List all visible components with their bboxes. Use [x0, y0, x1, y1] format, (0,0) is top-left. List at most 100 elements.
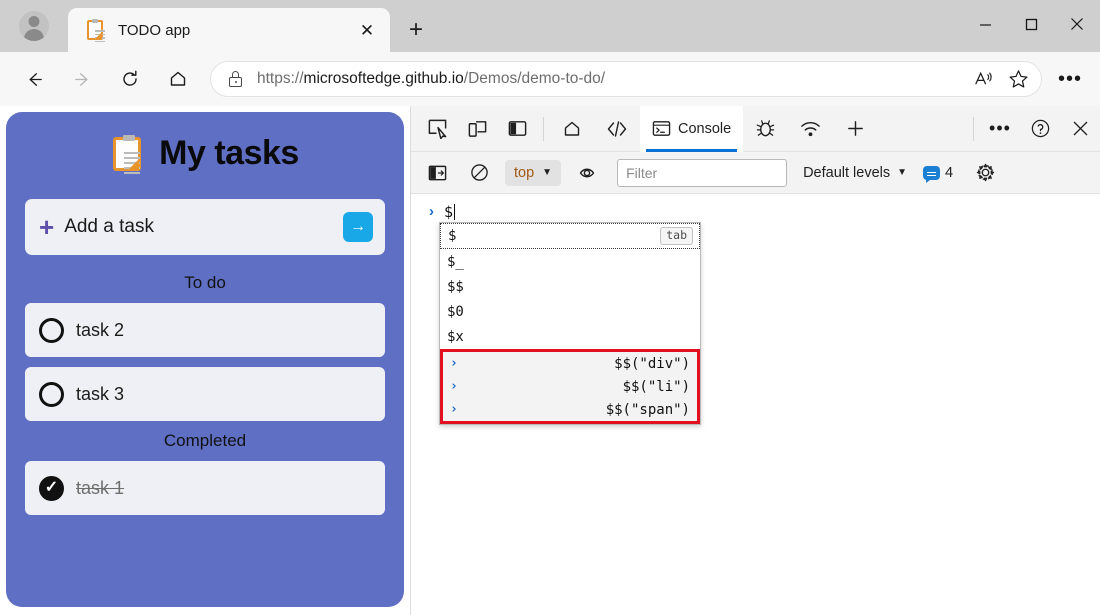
console-input[interactable]: $	[444, 202, 455, 222]
gear-icon[interactable]	[965, 153, 1005, 193]
device-emulation-icon[interactable]	[457, 109, 497, 149]
add-task-input[interactable]: Add a task	[64, 216, 343, 238]
home-icon[interactable]	[159, 60, 197, 98]
autocomplete-history-item[interactable]: › $$("div")	[443, 352, 697, 375]
chevron-down-icon: ▼	[542, 167, 552, 178]
todo-header: My tasks	[25, 134, 385, 173]
web-page: My tasks + Add a task → To do task 2 tas…	[0, 106, 410, 615]
todo-app-panel: My tasks + Add a task → To do task 2 tas…	[6, 112, 404, 607]
devtools-tab-console[interactable]: Console	[640, 106, 743, 152]
close-window-button[interactable]	[1054, 0, 1100, 48]
browser-window: TODO app ✕ +	[0, 0, 1100, 615]
autocomplete-option-selected[interactable]: $ tab	[440, 223, 700, 249]
devtools-tab-bar: Console •••	[411, 106, 1100, 152]
url-scheme: https://	[257, 70, 304, 87]
devtools-tab-elements[interactable]	[594, 106, 640, 152]
minimize-button[interactable]	[962, 0, 1008, 48]
filter-input[interactable]: Filter	[617, 159, 787, 187]
log-levels-label: Default levels	[803, 165, 890, 181]
context-selector[interactable]: top ▼	[505, 160, 561, 186]
autocomplete-option[interactable]: $x	[440, 324, 700, 349]
task-checkbox[interactable]	[39, 318, 64, 343]
section-label-completed: Completed	[25, 431, 385, 451]
browser-settings-icon[interactable]: •••	[1050, 60, 1090, 98]
reload-icon[interactable]	[111, 60, 149, 98]
chevron-down-icon: ▼	[897, 167, 907, 178]
devtools-tab-debugger[interactable]	[743, 106, 788, 152]
history-chevron-icon: ›	[450, 356, 458, 371]
devtools-tab-add-panel[interactable]	[833, 106, 878, 152]
url-text: https://microsoftedge.github.io/Demos/de…	[257, 70, 967, 88]
avatar	[19, 11, 49, 41]
console-output[interactable]: › $ $ tab $_ $$ $0	[411, 194, 1100, 615]
address-bar[interactable]: https://microsoftedge.github.io/Demos/de…	[210, 61, 1042, 97]
close-tab-icon[interactable]: ✕	[352, 15, 382, 45]
autocomplete-popup[interactable]: $ tab $_ $$ $0 $x	[439, 222, 701, 425]
clear-console-icon[interactable]	[459, 153, 499, 193]
task-checkbox-checked[interactable]	[39, 476, 64, 501]
read-aloud-icon[interactable]	[967, 64, 1001, 94]
close-devtools-icon[interactable]	[1060, 109, 1100, 149]
url-host: microsoftedge.github.io	[304, 70, 464, 87]
url-path: /Demos/demo-to-do/	[464, 70, 605, 87]
task-item[interactable]: task 2	[25, 303, 385, 357]
clipboard-icon	[111, 135, 145, 173]
clipboard-icon	[84, 19, 106, 41]
browser-tab[interactable]: TODO app ✕	[68, 8, 390, 52]
console-icon	[652, 119, 671, 138]
task-checkbox[interactable]	[39, 382, 64, 407]
task-item[interactable]: task 1	[25, 461, 385, 515]
task-item[interactable]: task 3	[25, 367, 385, 421]
devtools-tab-welcome[interactable]	[550, 106, 594, 152]
autocomplete-history-highlight: › $$("div") › $$("li") › $$("span")	[440, 349, 700, 424]
autocomplete-history-item[interactable]: › $$("li")	[443, 375, 697, 398]
history-chevron-icon: ›	[450, 402, 458, 417]
log-levels-dropdown[interactable]: Default levels ▼	[803, 165, 907, 181]
autocomplete-option[interactable]: $0	[440, 299, 700, 324]
inspect-element-icon[interactable]	[417, 109, 457, 149]
navigation-bar: https://microsoftedge.github.io/Demos/de…	[0, 52, 1100, 106]
tab-hint-badge: tab	[660, 227, 693, 245]
history-chevron-icon: ›	[450, 379, 458, 394]
live-expression-eye-icon[interactable]	[567, 153, 607, 193]
back-arrow-icon[interactable]	[15, 60, 53, 98]
devtools-tab-label: Console	[678, 121, 731, 137]
forward-arrow-icon	[63, 60, 101, 98]
autocomplete-option[interactable]: $$	[440, 274, 700, 299]
section-label-todo: To do	[25, 273, 385, 293]
message-count-badge[interactable]: 4	[923, 165, 953, 181]
autocomplete-option-label: $x	[447, 329, 464, 345]
history-item-label: $$("li")	[458, 379, 690, 395]
profile-button[interactable]	[0, 0, 68, 52]
text-cursor	[454, 204, 455, 220]
window-controls	[962, 0, 1100, 48]
more-tools-icon[interactable]: •••	[980, 109, 1020, 149]
history-item-label: $$("div")	[458, 356, 690, 372]
message-count-value: 4	[945, 165, 953, 181]
devtools-panel: Console •••	[410, 106, 1100, 615]
add-task-row[interactable]: + Add a task →	[25, 199, 385, 255]
toolbar-divider	[543, 117, 544, 141]
star-icon[interactable]	[1001, 64, 1035, 94]
task-label: task 2	[76, 320, 124, 341]
tab-title: TODO app	[118, 22, 352, 39]
new-tab-button[interactable]: +	[396, 10, 436, 50]
maximize-button[interactable]	[1008, 0, 1054, 48]
history-item-label: $$("span")	[458, 402, 690, 418]
autocomplete-option-label: $$	[447, 279, 464, 295]
console-sidebar-icon[interactable]	[417, 153, 457, 193]
autocomplete-option-label: $0	[447, 304, 464, 320]
help-icon[interactable]	[1020, 109, 1060, 149]
submit-task-button[interactable]: →	[343, 212, 373, 242]
plus-icon: +	[39, 214, 54, 240]
prompt-chevron-icon: ›	[429, 202, 434, 222]
task-label: task 3	[76, 384, 124, 405]
devtools-tab-network[interactable]	[788, 106, 833, 152]
autocomplete-history-item[interactable]: › $$("span")	[443, 398, 697, 421]
page-title: My tasks	[159, 134, 299, 173]
autocomplete-option[interactable]: $_	[440, 249, 700, 274]
lock-icon	[227, 69, 245, 89]
console-input-value: $	[444, 203, 453, 221]
autocomplete-option-label: $_	[447, 254, 464, 270]
dock-side-icon[interactable]	[497, 109, 537, 149]
